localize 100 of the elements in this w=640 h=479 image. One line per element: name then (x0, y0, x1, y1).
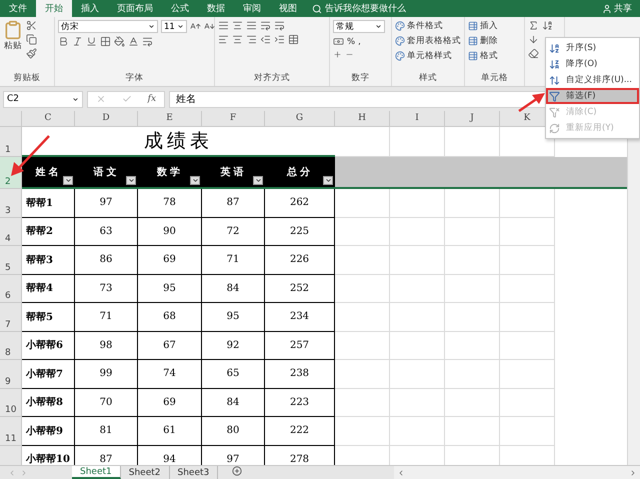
sort-ascending-icon (549, 42, 560, 54)
grid-cell (500, 332, 555, 360)
column-header[interactable]: E (138, 111, 202, 127)
cells-menu-button[interactable]: 插入 (468, 20, 498, 32)
align-bottom-icon[interactable] (246, 20, 257, 31)
underline-icon[interactable] (86, 36, 97, 47)
ribbon-tab[interactable]: 审阅 (234, 0, 270, 17)
comma-button[interactable]: , (358, 36, 361, 46)
caret-icon (64, 177, 72, 184)
border-icon[interactable] (100, 36, 111, 47)
table-cell: 86 (75, 246, 138, 274)
outdent-icon[interactable] (260, 34, 271, 45)
number-format-field[interactable]: 常规 (333, 20, 385, 33)
paste-button[interactable]: 粘贴 (3, 20, 23, 72)
table-cell: 小帮帮9 (22, 417, 75, 446)
align-middle-icon[interactable] (232, 20, 243, 31)
row-header[interactable]: 10 (0, 388, 22, 417)
row-header[interactable]: 11 (0, 417, 22, 446)
name-box[interactable]: C2 (3, 90, 83, 108)
column-header[interactable]: J (445, 111, 500, 127)
grid-cell (335, 274, 390, 303)
align-center-icon[interactable] (232, 34, 243, 45)
row-header[interactable]: 6 (0, 274, 22, 303)
sum-icon[interactable] (528, 20, 539, 31)
eraser-icon[interactable] (528, 48, 539, 59)
align-right-icon[interactable] (246, 34, 257, 45)
style-menu-button[interactable]: 条件格式 (395, 20, 461, 32)
insert-function-button[interactable]: fx (148, 94, 156, 104)
ribbon-tab[interactable]: 公式 (162, 0, 198, 17)
row-header[interactable]: 9 (0, 360, 22, 388)
table-cell: 帮帮1 (22, 189, 75, 218)
ribbon-tab[interactable]: 数据 (198, 0, 234, 17)
percent-button[interactable]: % (347, 36, 356, 46)
cells-menu-button[interactable]: 删除 (468, 35, 498, 47)
sheet-tab[interactable]: Sheet3 (170, 466, 218, 479)
column-header[interactable]: I (390, 111, 445, 127)
fill-icon[interactable] (528, 34, 539, 45)
scroll-right-icon[interactable] (629, 468, 637, 476)
column-header[interactable]: D (75, 111, 138, 127)
font-size-field[interactable]: 11 (161, 20, 187, 33)
grid-cell (500, 417, 555, 446)
row-header[interactable]: 5 (0, 246, 22, 274)
wrap-text-icon[interactable] (274, 20, 285, 31)
increase-decimal-icon[interactable] (333, 50, 342, 59)
menu-item[interactable]: 筛选(F) (546, 88, 639, 104)
ribbon-tab[interactable]: 开始 (36, 0, 72, 17)
filter-dropdown-button[interactable] (323, 176, 333, 185)
share-button[interactable]: 共享 (614, 2, 632, 15)
style-menu-button[interactable]: 单元格样式 (395, 50, 461, 62)
indent-icon[interactable] (274, 34, 285, 45)
copy-icon[interactable] (26, 34, 37, 45)
menu-item[interactable]: 升序(S) (546, 40, 639, 56)
italic-icon[interactable] (72, 36, 83, 47)
table-cell: 257 (265, 332, 335, 360)
ribbon-tab[interactable]: 页面布局 (108, 0, 162, 17)
ribbon-tab[interactable]: 插入 (72, 0, 108, 17)
filter-dropdown-button[interactable] (190, 176, 200, 185)
caret-icon (254, 177, 262, 184)
grid-cell (335, 417, 390, 446)
currency-icon[interactable] (333, 36, 344, 47)
align-left-icon[interactable] (218, 34, 229, 45)
filter-dropdown-button[interactable] (126, 176, 136, 185)
row-header[interactable]: 1 (0, 127, 22, 157)
font-color-icon[interactable] (128, 36, 139, 47)
ribbon-tab[interactable]: 视图 (270, 0, 306, 17)
bold-icon[interactable] (58, 36, 69, 47)
row-header[interactable]: 7 (0, 303, 22, 332)
font-name-field[interactable]: 仿宋 (58, 20, 158, 33)
tell-me-text[interactable]: 告诉我你想要做什么 (325, 2, 406, 15)
column-header[interactable]: H (335, 111, 390, 127)
style-menu-button[interactable]: 套用表格格式 (395, 35, 461, 47)
row-header[interactable]: 4 (0, 218, 22, 246)
horizontal-scrollbar[interactable] (394, 466, 640, 479)
column-header[interactable]: F (202, 111, 265, 127)
filter-dropdown-button[interactable] (63, 176, 73, 185)
align-top-icon[interactable] (218, 20, 229, 31)
sort-arrows-icon (549, 74, 560, 86)
scissors-icon[interactable] (26, 20, 37, 31)
row-header[interactable]: 3 (0, 189, 22, 218)
column-header[interactable]: G (265, 111, 335, 127)
table-cell: 帮帮2 (22, 218, 75, 246)
grid-cell (390, 218, 445, 246)
palette-icon (395, 21, 405, 31)
cells-menu-button[interactable]: 格式 (468, 50, 498, 62)
row-header[interactable]: 8 (0, 332, 22, 360)
table-cell: 81 (75, 417, 138, 446)
scroll-left-icon[interactable] (397, 468, 405, 476)
group-label: 字体 (124, 72, 144, 85)
merge-icon[interactable] (288, 34, 299, 45)
fill-color-icon[interactable] (114, 36, 125, 47)
filter-dropdown-button[interactable] (253, 176, 263, 185)
group-label: 单元格 (480, 72, 509, 85)
menu-item[interactable]: 降序(O) (546, 56, 639, 72)
caret-icon (72, 96, 79, 102)
sheet-tab[interactable]: Sheet1 (72, 466, 121, 479)
brush-icon[interactable] (26, 48, 37, 59)
column-header[interactable]: C (22, 111, 75, 127)
menu-item[interactable]: 自定义排序(U)... (546, 72, 639, 88)
ribbon-tab[interactable]: 文件 (0, 0, 36, 17)
grid-cell (445, 332, 500, 360)
